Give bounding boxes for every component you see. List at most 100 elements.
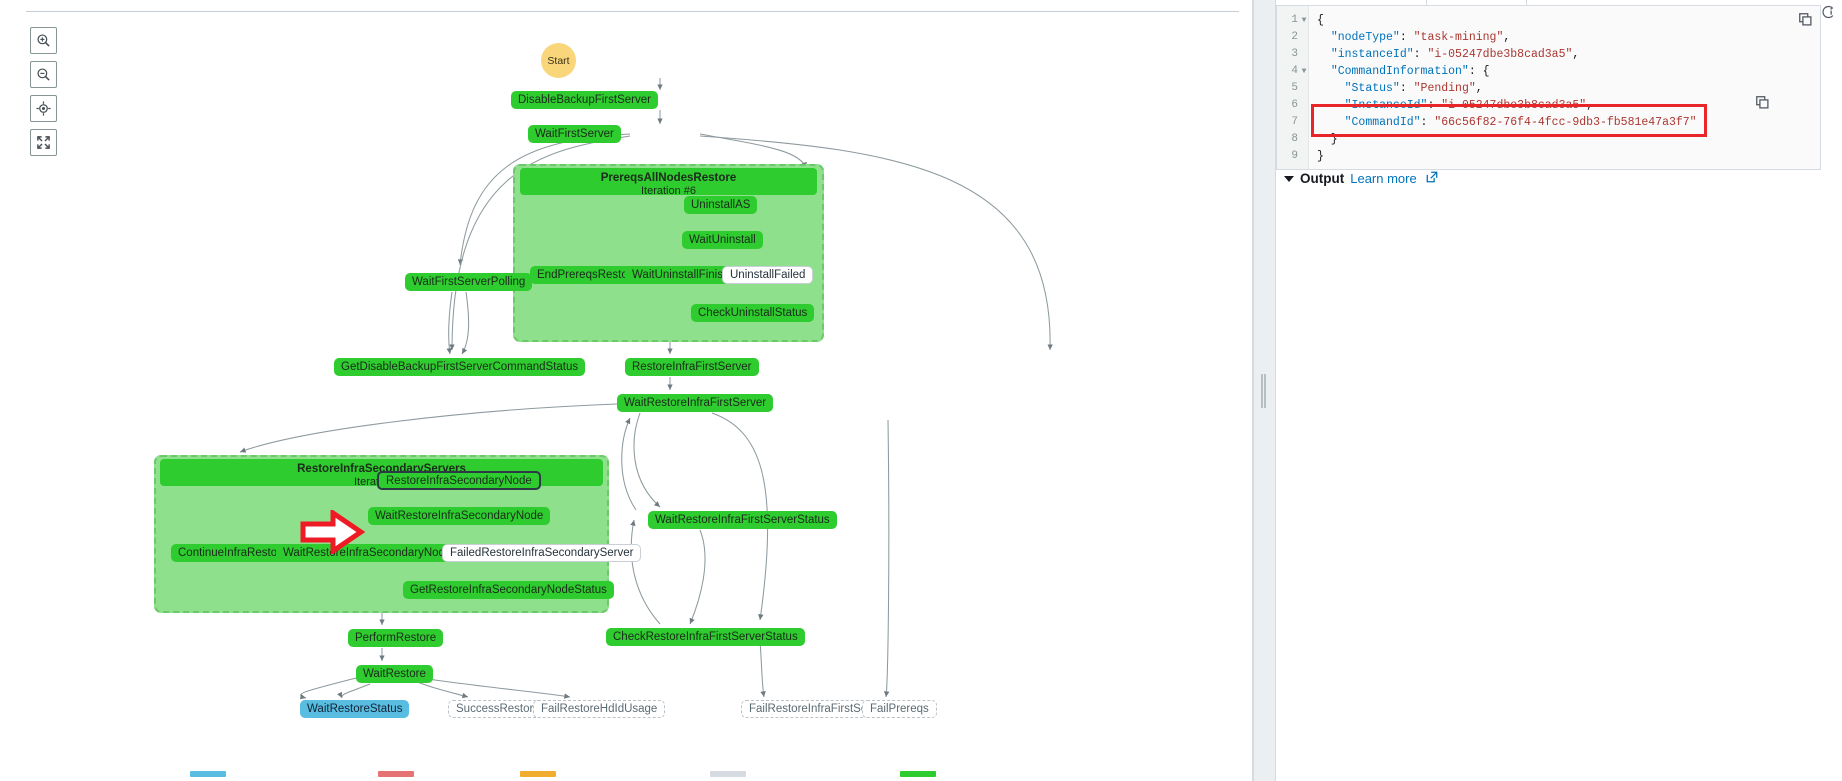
code-text: "Status": "Pending", xyxy=(1344,82,1483,95)
workflow-graph-pane[interactable]: PrereqsAllNodesRestore Iteration #6 Restor… xyxy=(0,0,1253,781)
red-pointer-arrow xyxy=(300,510,365,554)
graph-node-uninstallas[interactable]: UninstallAS xyxy=(684,196,758,214)
pane-splitter[interactable] xyxy=(1253,0,1276,781)
graph-node-restoreinfrasecondarynode[interactable]: RestoreInfraSecondaryNode xyxy=(377,471,541,490)
graph-node-label: WaitUninstall xyxy=(689,234,756,246)
graph-node-start[interactable]: Start xyxy=(541,43,576,78)
graph-node-label: RestoreInfraSecondaryNode xyxy=(386,474,532,487)
graph-node-label: SuccessRestore xyxy=(456,703,540,715)
line-number: 8 xyxy=(1291,133,1298,145)
graph-group-header-prereqsallnodesrestore[interactable]: PrereqsAllNodesRestore Iteration #6 xyxy=(520,168,817,197)
graph-node-label: GetRestoreInfraSecondaryNodeStatus xyxy=(410,584,607,596)
line-number: 4 xyxy=(1291,65,1298,77)
code-text: } xyxy=(1317,150,1324,163)
graph-legend xyxy=(0,767,1253,781)
group-iteration: Iteration #6 xyxy=(640,185,697,197)
graph-node-failprereqs[interactable]: FailPrereqs xyxy=(862,700,937,718)
graph-node-checkuninstallstatus[interactable]: CheckUninstallStatus xyxy=(691,304,815,322)
info-icon[interactable] xyxy=(1821,5,1835,24)
fullscreen-button[interactable] xyxy=(30,129,57,156)
graph-node-getdisablebackupfirstservercommandstatus[interactable]: GetDisableBackupFirstServerCommandStatus xyxy=(334,358,586,376)
graph-node-waitfirstserver[interactable]: WaitFirstServer xyxy=(528,125,621,143)
zoom-in-button[interactable] xyxy=(30,27,57,54)
code-text: "CommandInformation": { xyxy=(1330,65,1490,78)
zoom-in-icon xyxy=(37,34,50,47)
graph-node-restoreinfrafirstserver[interactable]: RestoreInfraFirstServer xyxy=(625,358,759,376)
center-graph-button[interactable] xyxy=(30,95,57,122)
graph-node-getrestoreinfrasecondarynodestatus[interactable]: GetRestoreInfraSecondaryNodeStatus xyxy=(403,581,614,599)
output-copy-button[interactable] xyxy=(1799,13,1812,31)
graph-node-label: WaitUninstallFinish xyxy=(632,269,730,281)
code-line: 3 "instanceId": "i-05247dbe3b8cad3a5", xyxy=(1277,46,1820,63)
graph-node-label: ContinueInfraRestore xyxy=(178,547,288,559)
graph-node-label: WaitFirstServerPolling xyxy=(412,276,526,288)
output-section-header: Output Learn more xyxy=(1284,170,1778,187)
graph-node-label: FailedRestoreInfraSecondaryServer xyxy=(450,547,634,559)
legend-swatch-not-started xyxy=(710,771,746,777)
output-learn-more-link[interactable]: Learn more xyxy=(1350,171,1416,186)
graph-node-label: FailRestoreHdIdUsage xyxy=(541,703,658,715)
output-code-block[interactable]: 1 ▼{2 "nodeType": "task-mining", 3 "instan… xyxy=(1276,5,1821,170)
graph-node-waitrestoreinfrafirstserverstatus[interactable]: WaitRestoreInfraFirstServerStatus xyxy=(648,511,837,529)
code-text: "CommandId": "66c56f82-76f4-4fcc-9db3-fb… xyxy=(1344,116,1697,129)
line-number: 2 xyxy=(1291,31,1298,43)
code-line: 7 "CommandId": "66c56f82-76f4-4fcc-9db3-… xyxy=(1277,114,1820,131)
legend-swatch-running xyxy=(190,771,226,777)
code-line: 9} xyxy=(1277,148,1820,165)
graph-node-disablebackupfirstserver[interactable]: DisableBackupFirstServer xyxy=(511,91,658,109)
zoom-out-button[interactable] xyxy=(30,61,57,88)
graph-node-uninstallfailed[interactable]: UninstallFailed xyxy=(722,266,814,284)
graph-node-failedrestoreinfrasecondaryserver[interactable]: FailedRestoreInfraSecondaryServer xyxy=(442,544,642,562)
graph-node-waitrestore[interactable]: WaitRestore xyxy=(356,665,433,683)
legend-swatch-failed xyxy=(378,771,414,777)
graph-node-checkrestoreinfrafirstserverstatus[interactable]: CheckRestoreInfraFirstServerStatus xyxy=(606,628,805,646)
output-collapse-caret[interactable] xyxy=(1284,175,1294,182)
code-line: 1▼ { xyxy=(1277,12,1820,29)
legend-swatch-caught-error xyxy=(520,771,556,777)
code-text: "nodeType": "task-mining", xyxy=(1330,31,1511,44)
external-link-icon[interactable] xyxy=(1426,171,1438,186)
legend-swatch-succeeded xyxy=(900,771,936,777)
code-text: "instanceId": "i-05247dbe3b8cad3a5", xyxy=(1330,48,1580,61)
line-number: 3 xyxy=(1291,48,1298,60)
graph-node-performrestore[interactable]: PerformRestore xyxy=(348,629,444,647)
group-title: PrereqsAllNodesRestore xyxy=(600,172,737,184)
graph-node-waitrestorestatus[interactable]: WaitRestoreStatus xyxy=(300,700,410,718)
code-line: 6 "InstanceId": "i-05247dbe3b8cad3a5", xyxy=(1277,97,1820,114)
output-title: Output xyxy=(1300,171,1345,186)
fold-caret-icon[interactable]: ▼ xyxy=(1300,63,1308,80)
graph-node-label: WaitRestoreInfraFirstServerStatus xyxy=(655,514,830,526)
graph-node-label: WaitRestoreInfraSecondaryNode xyxy=(375,510,544,522)
code-text: "InstanceId": "i-05247dbe3b8cad3a5", xyxy=(1344,99,1594,112)
center-icon xyxy=(36,101,51,116)
graph-node-label: EndPrereqsRestore xyxy=(537,269,638,281)
line-number: 6 xyxy=(1291,99,1298,111)
graph-node-waitrestoreinfrafirstserver[interactable]: WaitRestoreInfraFirstServer xyxy=(617,394,774,412)
output-section: Output Learn more xyxy=(1284,170,1778,187)
output-code-lines: 1 ▼{2 "nodeType": "task-mining", 3 "instan… xyxy=(1277,6,1820,165)
graph-node-label: RestoreInfraFirstServer xyxy=(632,361,752,373)
line-number: 7 xyxy=(1291,116,1298,128)
graph-node-failrestorehdidusage[interactable]: FailRestoreHdIdUsage xyxy=(533,700,666,718)
line-number: 1 xyxy=(1291,14,1298,26)
zoom-out-icon xyxy=(37,68,50,81)
graph-node-waitrestoreinfrasecondarynode[interactable]: WaitRestoreInfraSecondaryNode xyxy=(368,507,551,525)
graph-node-waitfirstserverpolling[interactable]: WaitFirstServerPolling xyxy=(405,273,533,291)
graph-toolbar xyxy=(30,27,57,156)
graph-node-label: UninstallFailed xyxy=(730,269,806,281)
line-number: 5 xyxy=(1291,82,1298,94)
code-text: { xyxy=(1317,14,1324,27)
graph-node-label: GetDisableBackupFirstServerCommandStatus xyxy=(341,361,579,373)
code-text: } xyxy=(1317,133,1338,146)
fold-caret-icon[interactable]: ▼ xyxy=(1300,12,1308,29)
graph-node-waituninstallfinish[interactable]: WaitUninstallFinish xyxy=(625,266,737,284)
input-copy-button[interactable] xyxy=(1756,96,1769,114)
code-line: 2 "nodeType": "task-mining", xyxy=(1277,29,1820,46)
graph-node-label: CheckRestoreInfraFirstServerStatus xyxy=(613,631,798,643)
graph-node-label: FailPrereqs xyxy=(870,703,929,715)
graph-node-label: WaitFirstServer xyxy=(535,128,614,140)
graph-node-start-label: Start xyxy=(547,54,570,67)
graph-node-label: WaitRestoreStatus xyxy=(307,703,403,715)
graph-node-waituninstall[interactable]: WaitUninstall xyxy=(682,231,763,249)
graph-edges xyxy=(227,78,1053,700)
